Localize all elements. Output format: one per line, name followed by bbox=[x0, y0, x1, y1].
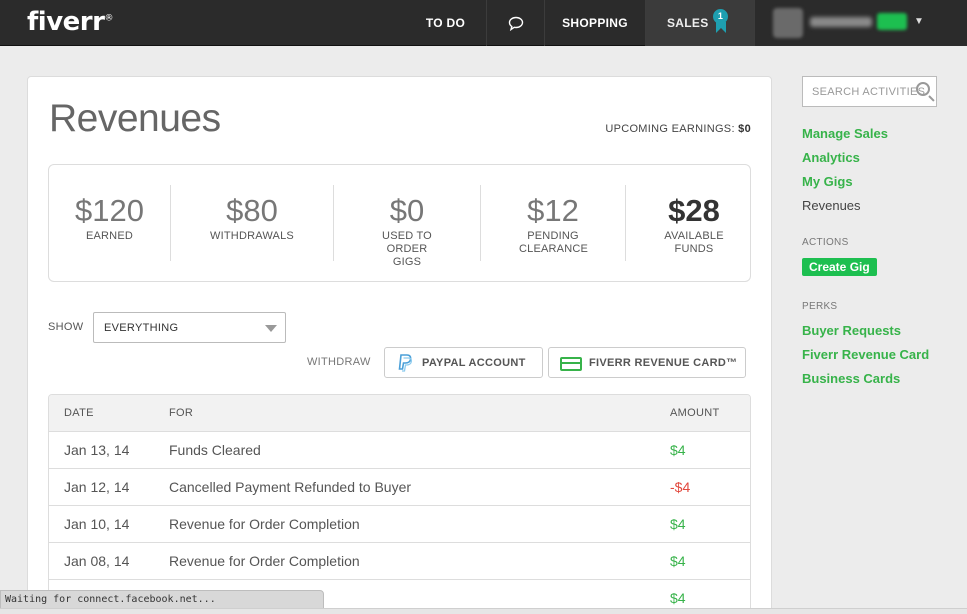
show-filter-label: SHOW bbox=[48, 321, 84, 333]
row-date: Jan 12, 14 bbox=[64, 479, 130, 495]
stat-label: PENDING CLEARANCE bbox=[519, 230, 589, 255]
row-date: Jan 08, 14 bbox=[64, 553, 130, 569]
sidebar-link-revenues[interactable]: Revenues bbox=[802, 198, 861, 213]
transactions-table: DATE FOR AMOUNT Jan 13, 14 Funds Cleared… bbox=[48, 394, 751, 614]
column-header-date[interactable]: DATE bbox=[64, 407, 94, 419]
avatar bbox=[773, 8, 803, 38]
row-description: Revenue for Order Completion bbox=[169, 553, 360, 569]
stat-value: $12 bbox=[527, 193, 579, 228]
sidebar-link-fiverr-revenue-card[interactable]: Fiverr Revenue Card bbox=[802, 347, 929, 362]
column-header-for[interactable]: FOR bbox=[169, 407, 193, 419]
paypal-icon bbox=[398, 354, 413, 372]
nav-todo[interactable]: TO DO bbox=[405, 0, 486, 46]
stat-used-to-order-gigs: $0 USED TO ORDER GIGS bbox=[334, 165, 480, 281]
search-icon[interactable] bbox=[916, 82, 930, 96]
revenues-panel: Revenues UPCOMING EARNINGS: $0 $120 EARN… bbox=[27, 76, 772, 614]
stat-value: $80 bbox=[226, 193, 278, 228]
perks-heading: PERKS bbox=[802, 301, 838, 312]
bottom-edge bbox=[0, 608, 967, 614]
stat-value: $0 bbox=[389, 193, 425, 228]
stat-label: WITHDRAWALS bbox=[210, 230, 294, 242]
row-amount: $4 bbox=[670, 553, 686, 569]
page-title: Revenues bbox=[49, 97, 221, 140]
user-status-blurred bbox=[877, 13, 907, 30]
row-description: Revenue for Order Completion bbox=[169, 516, 360, 532]
search-activities-input[interactable]: SEARCH ACTIVITIES bbox=[802, 76, 937, 107]
table-header: DATE FOR AMOUNT bbox=[49, 395, 750, 432]
nav-shopping[interactable]: SHOPPING bbox=[544, 0, 645, 46]
nav-sales[interactable]: SALES 1 bbox=[645, 0, 754, 46]
show-filter-value: EVERYTHING bbox=[104, 322, 179, 334]
username-blurred bbox=[810, 17, 872, 27]
user-menu[interactable]: ▼ bbox=[754, 0, 967, 46]
row-amount: -$4 bbox=[670, 479, 691, 495]
browser-status-bar: Waiting for connect.facebook.net... bbox=[0, 590, 324, 610]
top-navigation-bar: fiverr® TO DO SHOPPING SALES 1 ▼ bbox=[0, 0, 967, 46]
column-header-amount[interactable]: AMOUNT bbox=[670, 407, 719, 419]
create-gig-button[interactable]: Create Gig bbox=[802, 258, 877, 276]
sidebar-link-my-gigs[interactable]: My Gigs bbox=[802, 174, 853, 189]
row-date: Jan 10, 14 bbox=[64, 516, 130, 532]
table-row: Jan 08, 14 Revenue for Order Completion … bbox=[49, 543, 750, 580]
chevron-down-icon bbox=[265, 325, 277, 332]
upcoming-earnings: UPCOMING EARNINGS: $0 bbox=[605, 123, 751, 135]
actions-heading: ACTIONS bbox=[802, 237, 849, 248]
row-date: Jan 13, 14 bbox=[64, 442, 130, 458]
nav-sales-label: SALES bbox=[667, 16, 709, 30]
chat-bubble-icon bbox=[508, 16, 523, 31]
row-amount: $4 bbox=[670, 442, 686, 458]
sidebar-link-buyer-requests[interactable]: Buyer Requests bbox=[802, 323, 901, 338]
nav-messages[interactable] bbox=[486, 0, 544, 46]
table-row: Jan 13, 14 Funds Cleared $4 bbox=[49, 432, 750, 469]
stat-value: $120 bbox=[75, 193, 144, 228]
sidebar-link-business-cards[interactable]: Business Cards bbox=[802, 371, 900, 386]
chevron-down-icon: ▼ bbox=[914, 16, 925, 27]
sidebar-link-analytics[interactable]: Analytics bbox=[802, 150, 860, 165]
stat-earned: $120 EARNED bbox=[49, 165, 170, 281]
credit-card-icon bbox=[560, 357, 582, 371]
fiverr-logo[interactable]: fiverr® bbox=[27, 7, 113, 37]
stat-label: AVAILABLE FUNDS bbox=[664, 230, 724, 255]
withdraw-paypal-button[interactable]: PAYPAL ACCOUNT bbox=[384, 347, 543, 378]
stat-label: USED TO ORDER GIGS bbox=[382, 230, 432, 268]
stat-pending-clearance: $12 PENDING CLEARANCE bbox=[481, 165, 625, 281]
stat-withdrawals: $80 WITHDRAWALS bbox=[171, 165, 333, 281]
row-description: Funds Cleared bbox=[169, 442, 261, 458]
ribbon-icon bbox=[716, 22, 726, 33]
search-placeholder: SEARCH ACTIVITIES bbox=[812, 86, 926, 98]
withdraw-paypal-label: PAYPAL ACCOUNT bbox=[422, 356, 526, 369]
sidebar-link-manage-sales[interactable]: Manage Sales bbox=[802, 126, 888, 141]
upcoming-earnings-value: $0 bbox=[738, 123, 751, 135]
stat-label: EARNED bbox=[85, 230, 134, 242]
row-description: Cancelled Payment Refunded to Buyer bbox=[169, 479, 412, 495]
revenue-summary: $120 EARNED $80 WITHDRAWALS $0 USED TO O… bbox=[48, 164, 751, 282]
table-row: Jan 10, 14 Revenue for Order Completion … bbox=[49, 506, 750, 543]
withdraw-revenue-card-button[interactable]: FIVERR REVENUE CARD™ bbox=[548, 347, 746, 378]
table-row: Jan 12, 14 Cancelled Payment Refunded to… bbox=[49, 469, 750, 506]
show-filter-dropdown[interactable]: EVERYTHING bbox=[93, 312, 286, 343]
stat-value: $28 bbox=[668, 193, 720, 228]
row-amount: $4 bbox=[670, 516, 686, 532]
withdraw-revenue-card-label: FIVERR REVENUE CARD™ bbox=[589, 356, 738, 369]
stat-available-funds: $28 AVAILABLE FUNDS bbox=[626, 165, 762, 281]
withdraw-label: WITHDRAW bbox=[307, 356, 371, 368]
row-amount: $4 bbox=[670, 590, 686, 606]
